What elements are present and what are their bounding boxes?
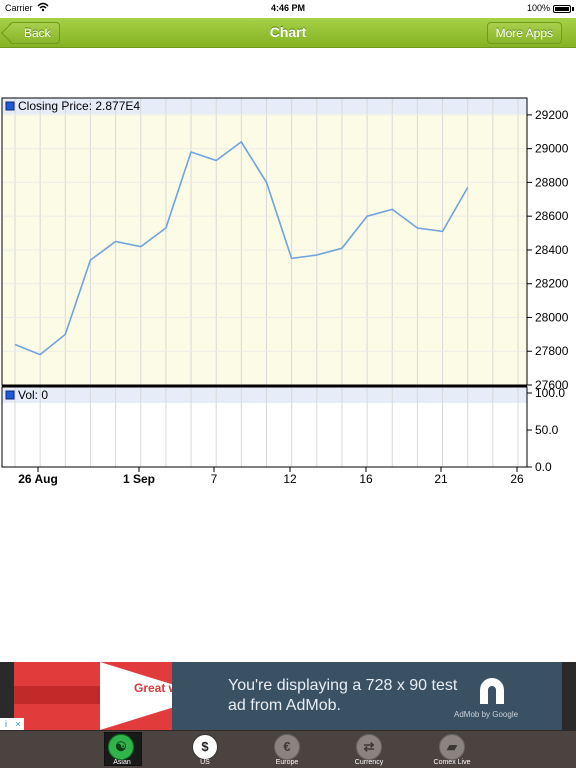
price-y-tick-label: 28400: [535, 243, 569, 257]
more-apps-button[interactable]: More Apps: [486, 22, 562, 44]
ad-text: You're displaying a 728 x 90 test ad fro…: [228, 677, 458, 714]
status-bar: Carrier 4:46 PM 100%: [0, 0, 576, 18]
volume-legend-label: Vol: 0: [18, 388, 48, 402]
x-tick-label: 16: [359, 472, 373, 486]
tab-europe[interactable]: € Europe: [257, 733, 317, 767]
price-y-tick-label: 28000: [535, 310, 569, 324]
x-tick-label: 26: [510, 472, 524, 486]
tab-label-comex-live: Comex Live: [433, 759, 471, 766]
ad-info-icon[interactable]: i: [0, 718, 12, 730]
price-legend-label: Closing Price: 2.877E4: [18, 99, 140, 113]
currency-exchange-icon: ⇄: [356, 734, 382, 760]
price-y-tick-label: 28200: [535, 277, 569, 291]
ad-close-icon[interactable]: ×: [12, 718, 24, 730]
tab-bar: ☯ Asian $ US € Europe ⇄ Currency ▰ Comex…: [0, 730, 576, 768]
chart-area: 29200 29000 28800 28600 28400 28200 28000 27800…: [0, 96, 576, 496]
x-tick-label: 7: [211, 472, 218, 486]
volume-legend-swatch: [5, 390, 15, 400]
volume-legend-strip: [2, 387, 527, 403]
tab-asian[interactable]: ☯ Asian: [100, 732, 160, 767]
volume-y-tick-label: 50.0: [535, 423, 559, 437]
battery-percent: 100%: [526, 3, 550, 13]
x-tick-label: 26 Aug: [18, 472, 58, 486]
volume-y-tick-label: 0.0: [535, 460, 552, 474]
tab-label-us: US: [200, 759, 210, 766]
admob-logo-icon: [466, 670, 526, 710]
euro-icon: €: [274, 734, 300, 760]
x-tick-label: 1 Sep: [123, 472, 155, 486]
price-y-tick-label: 29200: [535, 108, 569, 122]
x-tick-label: 12: [283, 472, 297, 486]
battery-icon: [553, 5, 571, 13]
volume-y-tick-label: 100.0: [535, 386, 565, 400]
price-plot-bg: [2, 98, 527, 385]
tab-currency[interactable]: ⇄ Currency: [339, 733, 399, 767]
chart-svg: 29200 29000 28800 28600 28400 28200 28000 27800…: [1, 97, 569, 486]
admob-brand: AdMob by Google: [454, 710, 519, 719]
tab-label-europe: Europe: [275, 759, 299, 766]
ad-banner[interactable]: Great work! You're displaying a 728 x 90…: [0, 662, 576, 730]
asian-dragon-icon: ☯: [108, 734, 134, 760]
tab-comex-live[interactable]: ▰ Comex Live: [422, 733, 482, 767]
x-tick-label: 21: [434, 472, 448, 486]
nav-bar: Back Chart More Apps: [0, 18, 576, 48]
tab-label-currency: Currency: [354, 759, 384, 766]
money-bag-icon: $: [192, 734, 218, 760]
tab-label-asian: Asian: [113, 759, 131, 766]
price-y-tick-label: 28800: [535, 175, 569, 189]
price-legend-swatch: [5, 101, 15, 111]
battery-tip: [572, 7, 574, 11]
price-y-tick-label: 29000: [535, 142, 569, 156]
clock: 4:46 PM: [270, 3, 305, 13]
price-y-tick-label: 27800: [535, 344, 569, 358]
gold-bar-icon: ▰: [439, 734, 465, 760]
price-y-tick-label: 28600: [535, 209, 569, 223]
tab-us[interactable]: $ US: [175, 733, 235, 767]
